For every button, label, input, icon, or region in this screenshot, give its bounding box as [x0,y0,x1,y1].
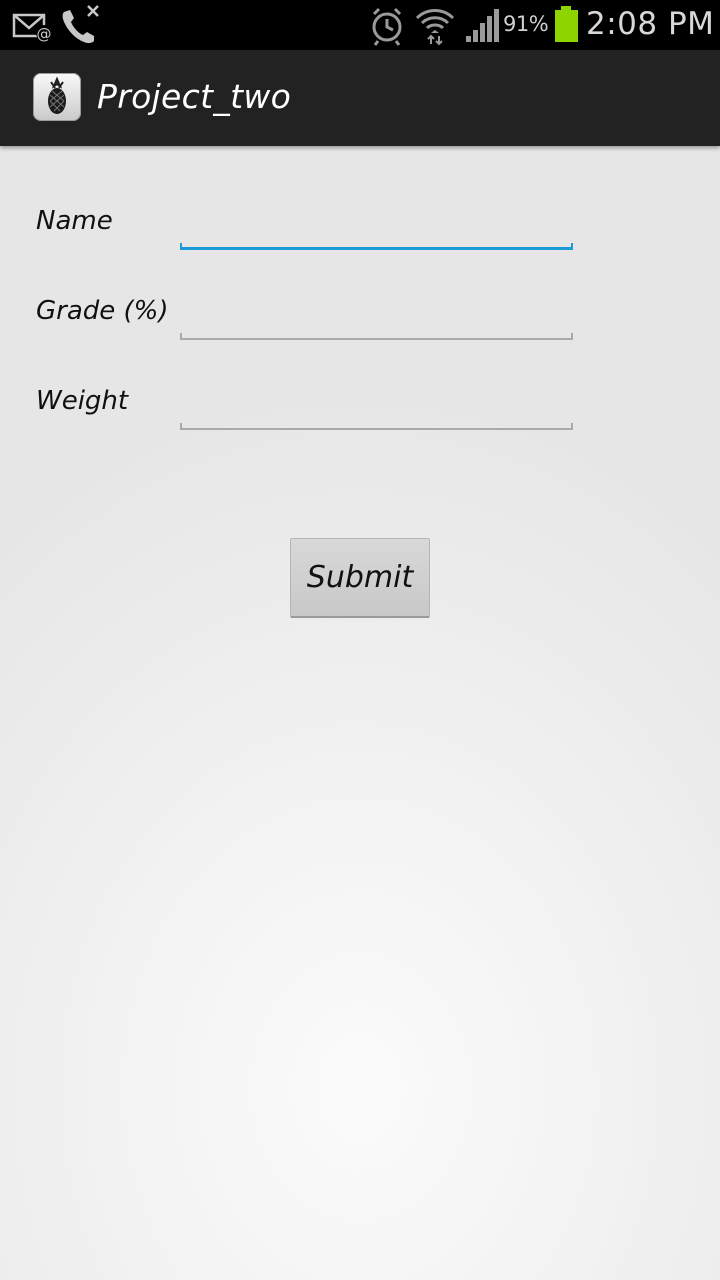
pineapple-icon[interactable] [33,73,81,121]
weight-field-underline [180,423,573,430]
weight-field[interactable] [179,396,575,426]
name-field[interactable] [179,216,575,246]
battery-icon [555,6,578,42]
grade-field-underline [180,333,573,340]
wifi-icon [415,9,455,46]
svg-text:@: @ [37,25,52,43]
missed-call-icon [62,5,99,44]
alarm-icon [372,7,402,46]
grade-label: Grade (%) [36,296,169,326]
weight-label: Weight [36,386,129,416]
name-field-underline [180,243,573,250]
app-title: Project_two [97,77,292,116]
status-bar: @ 91% 2:08 PM [0,0,720,50]
battery-percentage: 91% [503,12,549,36]
action-bar: Project_two [0,50,720,146]
name-label: Name [36,206,113,236]
submit-button[interactable]: Submit [290,538,430,618]
email-notification-icon: @ [12,13,52,43]
clock: 2:08 PM [586,6,715,42]
grade-field[interactable] [179,306,575,336]
signal-icon [466,9,499,42]
